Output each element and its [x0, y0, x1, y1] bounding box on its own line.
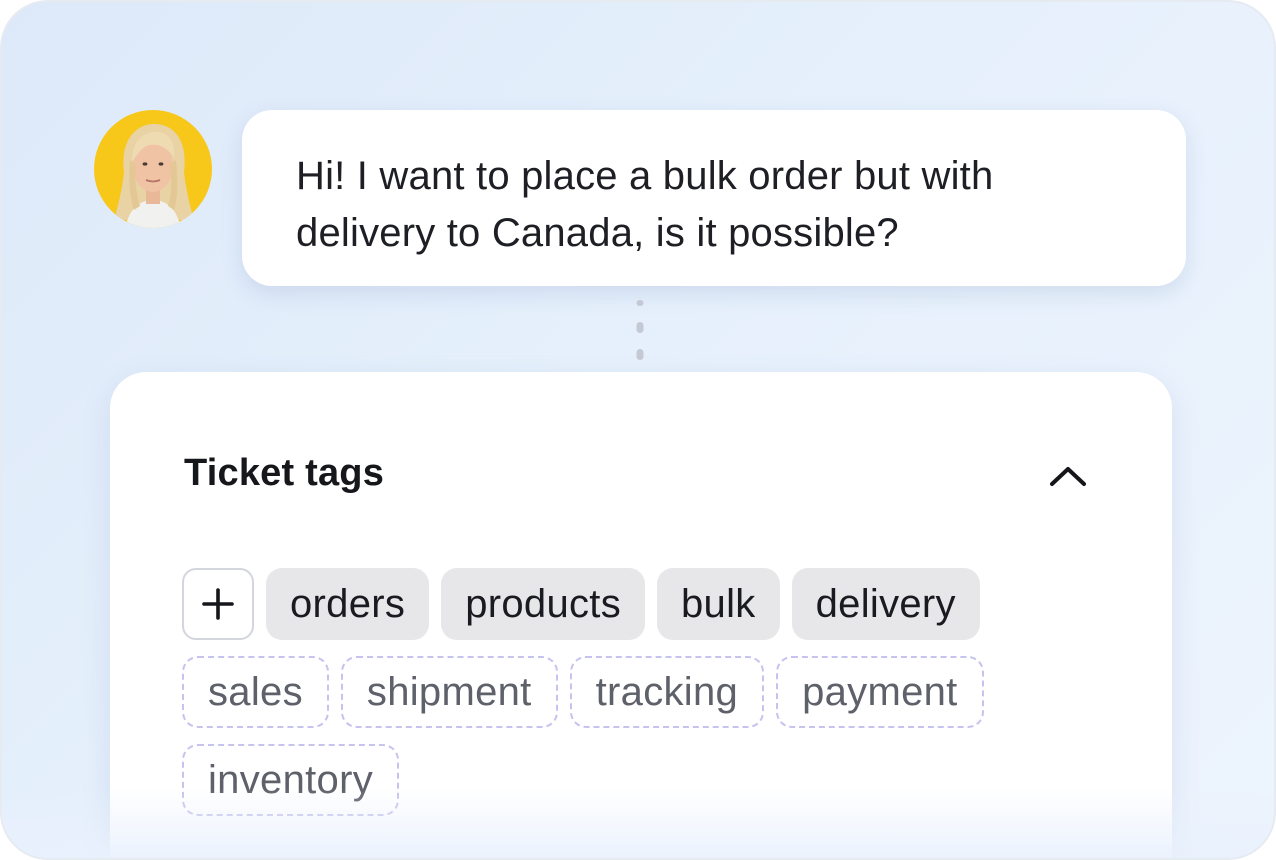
suggested-tag-tracking[interactable]: tracking [569, 656, 765, 728]
tag-orders[interactable]: orders [266, 568, 430, 640]
plus-icon [202, 588, 234, 620]
customer-avatar [94, 110, 212, 228]
tag-delivery[interactable]: delivery [791, 568, 980, 640]
customer-message-text: Hi! I want to place a bulk order but wit… [296, 154, 994, 255]
collapse-button[interactable] [1042, 456, 1094, 496]
app-frame: Hi! I want to place a bulk order but wit… [0, 0, 1276, 860]
ticket-tags-panel: Ticket tags orders products bulk deliver… [110, 372, 1172, 858]
chevron-up-icon [1050, 467, 1086, 486]
suggested-tag-inventory[interactable]: inventory [182, 744, 400, 816]
customer-message-bubble: Hi! I want to place a bulk order but wit… [242, 110, 1186, 286]
add-tag-button[interactable] [182, 568, 254, 640]
tag-products[interactable]: products [441, 568, 646, 640]
suggested-tag-payment[interactable]: payment [776, 656, 984, 728]
ticket-tags-title: Ticket tags [184, 452, 385, 494]
suggested-tag-shipment[interactable]: shipment [340, 656, 558, 728]
suggested-tag-sales[interactable]: sales [182, 656, 329, 728]
connector-dots [635, 298, 645, 368]
tag-list: orders products bulk delivery sales ship… [182, 568, 1082, 816]
tag-bulk[interactable]: bulk [657, 568, 780, 640]
